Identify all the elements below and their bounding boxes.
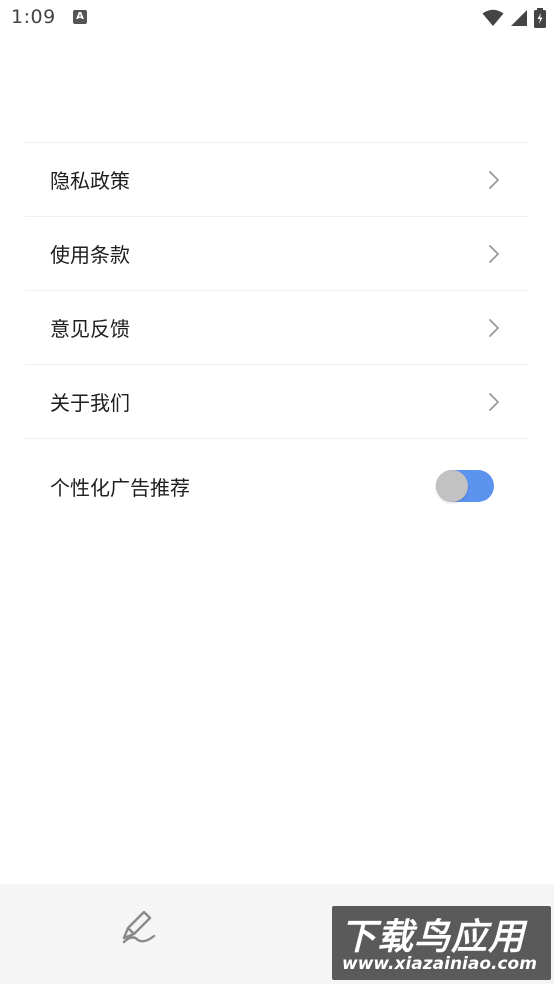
status-icons [482, 8, 546, 28]
personalized-ads-toggle[interactable] [436, 470, 494, 502]
chevron-right-icon [489, 318, 499, 337]
pen-icon[interactable] [118, 904, 158, 948]
menu-item-about-us[interactable]: 关于我们 [25, 365, 528, 439]
notification-icon: A [73, 10, 87, 24]
watermark-url: www.xiazainiao.com [342, 954, 537, 974]
menu-item-label: 关于我们 [50, 391, 130, 415]
menu-item-personalized-ads: 个性化广告推荐 [25, 439, 528, 533]
watermark-logo: 下载鸟应用 www.xiazainiao.com [332, 906, 551, 980]
toggle-knob [436, 470, 468, 502]
chevron-right-icon [489, 244, 499, 263]
chevron-right-icon [489, 392, 499, 411]
status-time: 1:09 [11, 6, 56, 28]
bottom-tab-bar: 下载鸟应用 www.xiazainiao.com [0, 884, 554, 984]
settings-menu: 隐私政策 使用条款 意见反馈 关于我们 个性化广告推荐 [25, 142, 528, 533]
menu-item-label: 隐私政策 [50, 169, 130, 193]
battery-icon [534, 8, 546, 28]
menu-item-feedback[interactable]: 意见反馈 [25, 291, 528, 365]
menu-item-label: 个性化广告推荐 [50, 475, 190, 500]
watermark-title: 下载鸟应用 [340, 917, 526, 958]
menu-item-terms-of-use[interactable]: 使用条款 [25, 217, 528, 291]
menu-item-label: 意见反馈 [50, 317, 130, 341]
menu-item-privacy-policy[interactable]: 隐私政策 [25, 143, 528, 217]
signal-icon [511, 10, 527, 26]
menu-item-label: 使用条款 [50, 243, 130, 267]
chevron-right-icon [489, 170, 499, 189]
wifi-icon [482, 9, 504, 26]
status-bar: 1:09 A [0, 0, 554, 40]
